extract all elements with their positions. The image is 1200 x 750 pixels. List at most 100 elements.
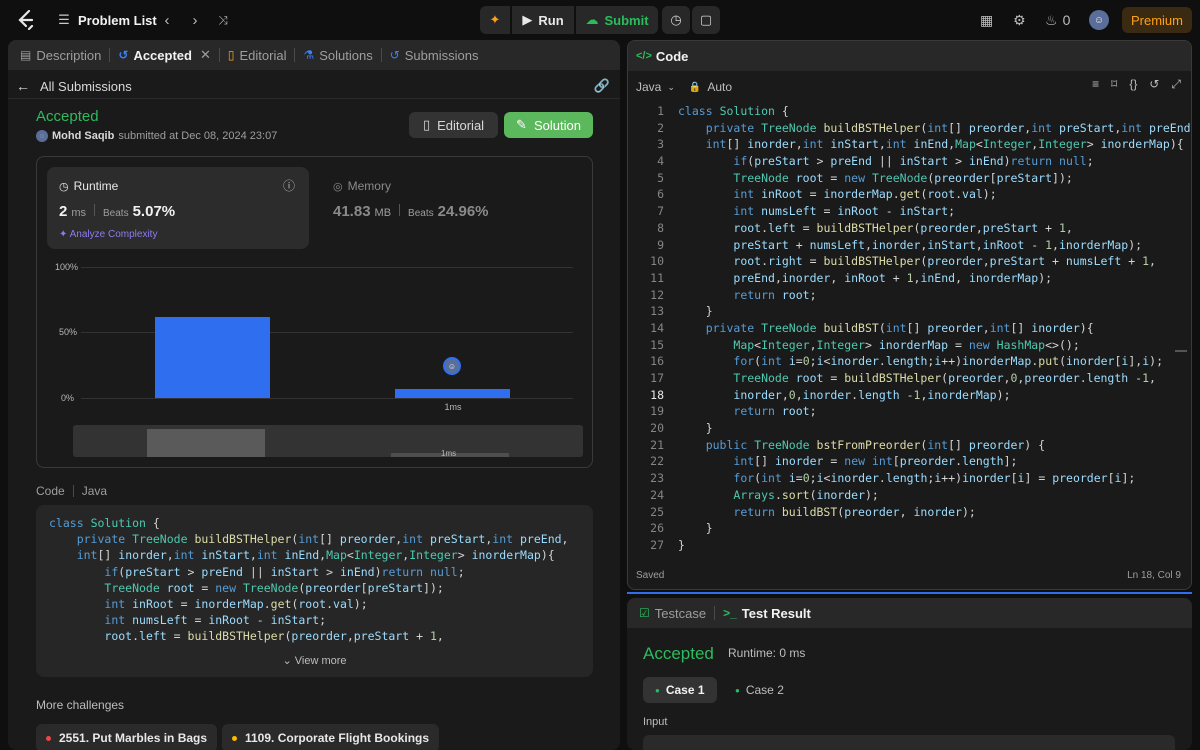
tab-divider bbox=[380, 48, 382, 62]
challenge-chip[interactable]: 1109. Corporate Flight Bookings bbox=[222, 724, 440, 750]
tab-testcase[interactable]: ☑ Testcase bbox=[633, 598, 712, 628]
all-submissions-link[interactable]: ← All Submissions bbox=[16, 76, 132, 96]
view-more-button[interactable]: ⌄ View more bbox=[36, 654, 593, 667]
scrollbar-marker[interactable] bbox=[1175, 350, 1187, 352]
code-line[interactable]: int[] inorder,int inStart,int inEnd,Map<… bbox=[678, 136, 1191, 153]
code-line[interactable]: Map<Integer,Integer> inorderMap = new Ha… bbox=[678, 337, 1191, 354]
more-challenges-label: More challenges bbox=[36, 698, 125, 712]
problem-list-icon[interactable]: ☰ bbox=[56, 11, 72, 29]
code-line[interactable]: Arrays.sort(inorder); bbox=[678, 487, 1191, 504]
layout-grid-icon[interactable]: ▦ bbox=[980, 10, 993, 30]
info-icon[interactable]: ⓘ bbox=[283, 177, 295, 194]
overview-label: 1ms bbox=[441, 449, 457, 458]
solution-button[interactable]: ✎ Solution bbox=[504, 112, 593, 138]
runtime-card[interactable]: ◷ Runtime ⓘ 2 ms Beats 5.07% ✦ Analyze Co… bbox=[47, 167, 309, 249]
code-line[interactable]: } bbox=[678, 420, 1191, 437]
code-line[interactable]: public TreeNode bstFromPreorder(int[] pr… bbox=[678, 437, 1191, 454]
code-line[interactable]: preStart + numsLeft,inorder,inStart,inRo… bbox=[678, 237, 1191, 254]
tab-test-result[interactable]: >_ Test Result bbox=[717, 598, 817, 628]
debug-button[interactable]: ✦ bbox=[480, 6, 510, 34]
chevron-down-icon[interactable]: ⌄ bbox=[667, 82, 675, 93]
lock-icon: 🔒 bbox=[688, 81, 702, 93]
run-button[interactable]: ▶ Run bbox=[512, 6, 574, 34]
code-content[interactable]: class Solution { private TreeNode buildB… bbox=[678, 103, 1191, 554]
user-avatar[interactable]: ☺ bbox=[1089, 10, 1109, 30]
code-line[interactable]: inorder,0,inorder.length -1,inorderMap); bbox=[678, 387, 1191, 404]
case-1-button[interactable]: ● Case 1 bbox=[643, 677, 717, 703]
code-line[interactable]: int numsLeft = inRoot - inStart; bbox=[678, 203, 1191, 220]
timer-button[interactable]: ◷ bbox=[662, 6, 690, 34]
line-number: 12 bbox=[650, 287, 664, 302]
code-line[interactable]: for(int i=0;i<inorder.length;i++)inorder… bbox=[678, 470, 1191, 487]
runtime-label: ◷ Runtime bbox=[59, 179, 119, 193]
code-line[interactable]: } bbox=[678, 303, 1191, 320]
code-line[interactable]: int[] inorder = new int[preorder.length]… bbox=[678, 453, 1191, 470]
submitted-code-preview[interactable]: class Solution { private TreeNode buildB… bbox=[36, 505, 593, 677]
premium-button[interactable]: Premium bbox=[1122, 7, 1192, 33]
auto-mode[interactable]: Auto bbox=[707, 80, 732, 94]
reset-icon[interactable]: ↺ bbox=[1149, 77, 1159, 92]
code-line[interactable]: root.right = buildBSTHelper(preorder,pre… bbox=[678, 253, 1191, 270]
format-icon[interactable]: ≡ bbox=[1092, 77, 1099, 92]
difficulty-dot bbox=[232, 735, 237, 741]
editorial-button[interactable]: ▯ Editorial bbox=[409, 112, 498, 138]
code-line[interactable]: preEnd,inorder, inRoot + 1,inEnd, inorde… bbox=[678, 270, 1191, 287]
close-tab-icon[interactable]: ✕ bbox=[200, 47, 211, 63]
chart-bar[interactable] bbox=[155, 317, 270, 398]
code-line[interactable]: for(int i=0;i<inorder.length;i++)inorder… bbox=[678, 353, 1191, 370]
code-line[interactable]: return root; bbox=[678, 403, 1191, 420]
code-line[interactable]: root.left = buildBSTHelper(preorder,preS… bbox=[678, 220, 1191, 237]
submitter-name[interactable]: Mohd Saqib bbox=[52, 130, 114, 142]
code-line[interactable]: TreeNode root = new TreeNode(preorder[pr… bbox=[678, 170, 1191, 187]
code-line[interactable]: int inRoot = inorderMap.get(root.val); bbox=[678, 186, 1191, 203]
language-select[interactable]: Java bbox=[636, 80, 661, 94]
code-line[interactable]: private TreeNode buildBSTHelper(int[] pr… bbox=[678, 120, 1191, 137]
code-line[interactable]: if(preStart > preEnd || inStart > inEnd)… bbox=[678, 153, 1191, 170]
line-number: 20 bbox=[650, 421, 664, 436]
submit-button[interactable]: ☁ Submit bbox=[576, 6, 658, 34]
code-line[interactable]: return buildBST(preorder, inorder); bbox=[678, 504, 1191, 521]
y-tick-label: 100% bbox=[55, 262, 79, 272]
tab-submissions[interactable]: ↺ Submissions bbox=[384, 40, 485, 70]
divider bbox=[8, 98, 620, 99]
code-line[interactable]: } bbox=[678, 537, 1191, 554]
code-editor[interactable]: 1 2 3 4 5 6 7 8 9 10 11 12 13 14 15 16 17 18 19 20 21 22 23 24 2… bbox=[628, 103, 1191, 565]
code-line: int numsLeft = inRoot - inStart; bbox=[104, 613, 327, 628]
share-link-icon[interactable]: 🔗 bbox=[594, 78, 610, 94]
leetcode-logo-icon[interactable] bbox=[14, 8, 38, 32]
edit-icon: ✎ bbox=[516, 117, 527, 132]
tab-solutions[interactable]: ⚗ Solutions bbox=[297, 40, 378, 70]
streak-counter[interactable]: ♨ 0 bbox=[1045, 10, 1070, 30]
code-line[interactable]: class Solution { bbox=[678, 103, 1191, 120]
play-icon: ▶ bbox=[522, 12, 533, 27]
shuffle-icon[interactable]: ⤨ bbox=[214, 10, 232, 30]
chart-bar[interactable] bbox=[395, 389, 510, 398]
next-problem-icon[interactable]: › bbox=[186, 10, 204, 30]
tab-editorial[interactable]: ▯ Editorial bbox=[222, 40, 293, 70]
memory-label: ◎ Memory bbox=[333, 179, 391, 193]
input-value-box[interactable] bbox=[643, 735, 1175, 750]
tab-accepted[interactable]: ↺ Accepted ✕ bbox=[112, 40, 217, 70]
gear-icon[interactable]: ⚙ bbox=[1013, 10, 1026, 30]
challenge-chip[interactable]: 2551. Put Marbles in Bags bbox=[36, 724, 218, 750]
runtime-value: 2 ms Beats 5.07% bbox=[59, 203, 176, 220]
code-line[interactable]: private TreeNode buildBST(int[] preorder… bbox=[678, 320, 1191, 337]
code-line[interactable]: return root; bbox=[678, 287, 1191, 304]
user-position-avatar[interactable]: ☺ bbox=[443, 357, 461, 375]
chart-overview-slider[interactable]: 1ms bbox=[73, 425, 583, 458]
panel-resize-handle[interactable] bbox=[627, 592, 1192, 594]
braces-icon[interactable]: {} bbox=[1129, 77, 1137, 92]
bookmark-icon[interactable]: ⌑ bbox=[1111, 77, 1117, 92]
memory-card[interactable]: ◎ Memory 41.83 MB Beats 24.96% bbox=[321, 167, 583, 249]
analyze-complexity-link[interactable]: ✦ Analyze Complexity bbox=[59, 229, 157, 240]
prev-problem-icon[interactable]: ‹ bbox=[158, 10, 176, 30]
code-line[interactable]: } bbox=[678, 520, 1191, 537]
tab-code[interactable]: </> Code bbox=[628, 49, 688, 64]
fullscreen-icon[interactable]: ⤢ bbox=[1171, 77, 1181, 92]
code-line[interactable]: TreeNode root = buildBSTHelper(preorder,… bbox=[678, 370, 1191, 387]
case-2-button[interactable]: ● Case 2 bbox=[723, 677, 796, 703]
notes-button[interactable]: ▢ bbox=[692, 6, 720, 34]
user-avatar[interactable]: ☺ bbox=[36, 130, 48, 142]
problem-list-link[interactable]: Problem List bbox=[78, 11, 157, 29]
tab-description[interactable]: ▤ Description bbox=[14, 40, 107, 70]
